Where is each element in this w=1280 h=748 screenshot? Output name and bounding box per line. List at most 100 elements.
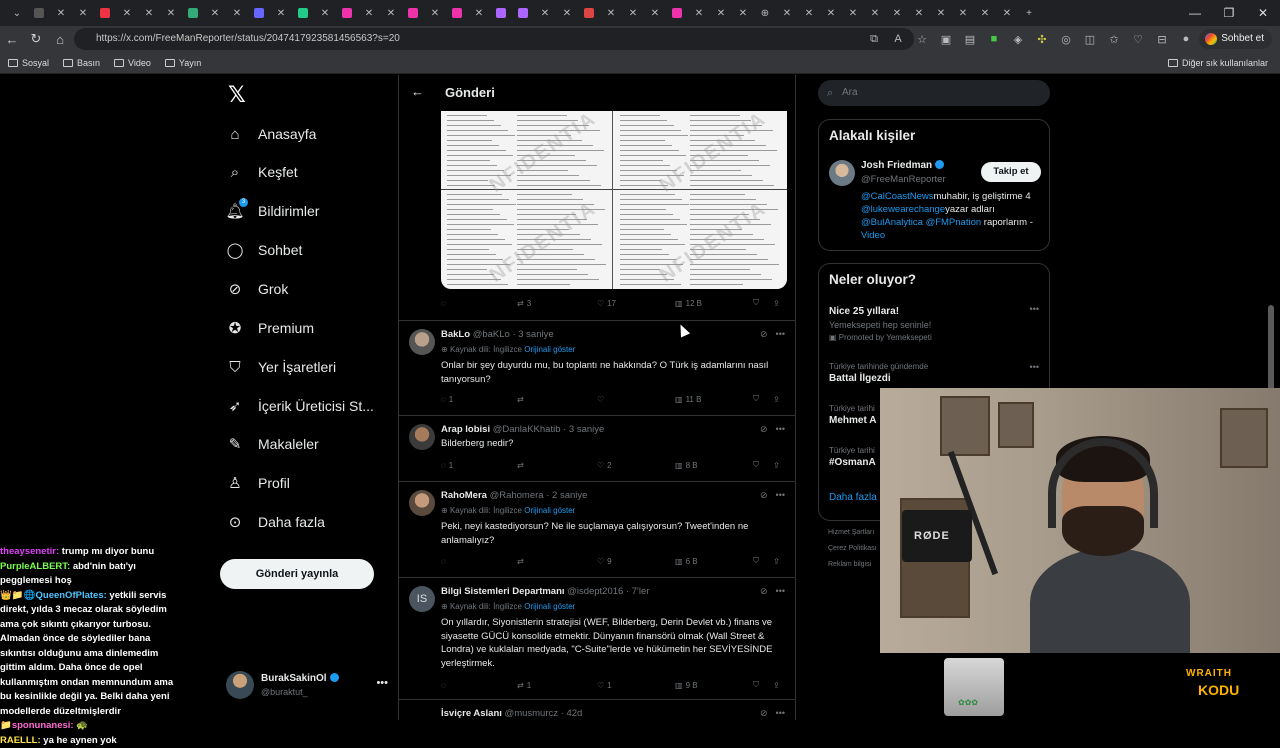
tab-icon[interactable]: ✕ (116, 0, 138, 26)
tab-icon[interactable]: ✕ (710, 0, 732, 26)
like-button[interactable]: ♡1 (597, 681, 612, 690)
reload-icon[interactable]: ↻ (24, 27, 48, 51)
tab-icon[interactable]: ✕ (644, 0, 666, 26)
author-handle[interactable]: @musmurcz (505, 708, 558, 719)
extension-icon[interactable]: ▤ (958, 33, 982, 46)
post-time[interactable]: · 7'ler (626, 586, 649, 597)
tab-icon[interactable] (28, 0, 50, 26)
views-button[interactable]: ▥9 B (675, 681, 698, 690)
author-handle[interactable]: @isdept2016 (567, 586, 623, 597)
tab-icon[interactable]: ✕ (974, 0, 996, 26)
tab-icon[interactable]: ✕ (138, 0, 160, 26)
search-input[interactable]: Ara (818, 80, 1050, 106)
tab-icon[interactable]: ✕ (424, 0, 446, 26)
trend-more-icon[interactable]: ••• (1030, 304, 1039, 314)
nav-explore[interactable]: ⌕Keşfet (226, 157, 298, 187)
grok-icon[interactable]: ⊘ (760, 424, 768, 435)
nav-profile[interactable]: ♙Profil (226, 468, 290, 498)
nav-premium[interactable]: ✪Premium (226, 313, 314, 343)
more-icon[interactable]: ••• (776, 424, 785, 435)
grok-icon[interactable]: ⊘ (760, 708, 768, 719)
tab-icon[interactable] (490, 0, 512, 26)
tab-icon[interactable]: ✕ (358, 0, 380, 26)
new-tab-icon[interactable]: + (1018, 0, 1040, 26)
extension-icon[interactable]: ✣ (1030, 33, 1054, 46)
author-handle[interactable]: @Rahomera (490, 490, 544, 501)
account-switcher[interactable]: BurakSakinOl @buraktut_ ••• (226, 669, 396, 703)
show-original-link[interactable]: Orijinali göster (524, 602, 575, 611)
minimize-icon[interactable]: — (1178, 0, 1212, 26)
author-name[interactable]: İsviçre Aslanı (441, 708, 502, 719)
reply-post[interactable]: IS Bilgi Sistemleri Departmanı @isdept20… (399, 577, 796, 699)
tab-icon[interactable]: ✕ (534, 0, 556, 26)
tab-icon[interactable]: ✕ (864, 0, 886, 26)
bookmark-post-icon[interactable]: ⛉ (753, 298, 759, 308)
show-original-link[interactable]: Orijinali göster (524, 345, 575, 354)
mention-link[interactable]: @BulAnalytica (861, 217, 923, 228)
more-icon[interactable]: ••• (776, 708, 785, 719)
post-button[interactable]: Gönderi yayınla (220, 559, 374, 589)
tab-icon[interactable]: ✕ (688, 0, 710, 26)
tab-icon[interactable]: ✕ (842, 0, 864, 26)
more-icon[interactable]: ••• (776, 329, 785, 340)
avatar[interactable] (829, 160, 855, 186)
tab-icon[interactable] (512, 0, 534, 26)
post-time[interactable]: · 2 saniye (546, 490, 587, 501)
tab-icon[interactable]: ✕ (908, 0, 930, 26)
extension-icon[interactable]: ◎ (1054, 33, 1078, 46)
mention-link[interactable]: @lukewearechange (861, 204, 945, 215)
tab-icon[interactable] (94, 0, 116, 26)
repost-button[interactable]: ⇄ (517, 557, 524, 566)
repost-button[interactable]: ⇄ (517, 395, 524, 404)
reply-button[interactable]: ◌ (441, 557, 446, 566)
extension-icon[interactable]: ▣ (934, 33, 958, 46)
nav-more[interactable]: ⊙Daha fazla (226, 507, 325, 537)
nav-chat[interactable]: ◯Sohbet (226, 235, 302, 265)
tab-icon[interactable]: ✕ (600, 0, 622, 26)
bookmark-folder[interactable]: Video (114, 58, 151, 68)
tab-icon[interactable]: ✕ (72, 0, 94, 26)
tab-icon[interactable]: ✕ (50, 0, 72, 26)
favorite-star-icon[interactable]: ☆ (910, 33, 934, 46)
like-button[interactable]: ♡2 (597, 461, 612, 470)
post-time[interactable]: · 3 saniye (512, 329, 553, 340)
author-name[interactable]: RahoMera (441, 490, 487, 501)
nav-grok[interactable]: ⊘Grok (226, 274, 288, 304)
author-handle[interactable]: @baKLo (473, 329, 510, 340)
repost-button[interactable]: ⇄3 (517, 299, 531, 308)
tab-icon[interactable]: ✕ (622, 0, 644, 26)
more-icon[interactable]: ••• (776, 586, 785, 597)
tab-icon[interactable]: ✕ (776, 0, 798, 26)
share-icon[interactable]: ⇪ (773, 395, 780, 404)
share-icon[interactable]: ⇪ (773, 461, 780, 470)
reply-button[interactable]: ◌ (441, 681, 446, 690)
show-more-link[interactable]: Daha fazla (829, 492, 877, 503)
share-icon[interactable]: ⇪ (773, 557, 780, 566)
person-name-row[interactable]: Josh Friedman (861, 160, 944, 171)
reply-button[interactable]: ◌1 (441, 461, 453, 470)
follow-button[interactable]: Takip et (981, 162, 1041, 182)
footer-link[interactable]: Reklam bilgisi (828, 557, 877, 573)
tab-icon[interactable]: ✕ (930, 0, 952, 26)
tab-icon[interactable] (446, 0, 468, 26)
bookmark-folder[interactable]: Yayın (165, 58, 201, 68)
reply-button[interactable]: ◌1 (441, 395, 453, 404)
url-field[interactable]: https://x.com/FreeManReporter/status/204… (74, 28, 914, 50)
mention-link[interactable]: @FMPnation (926, 217, 982, 228)
share-icon[interactable]: ⇪ (773, 299, 780, 308)
read-aloud-icon[interactable]: A (886, 33, 910, 45)
reply-post[interactable]: İsviçre Aslanı @musmurcz · 42d ⊘••• (399, 699, 796, 720)
repost-button[interactable]: ⇄ (517, 461, 524, 470)
profile-avatar-icon[interactable]: ● (1174, 33, 1198, 45)
tab-list-icon[interactable]: ⌄ (6, 0, 28, 26)
document-image[interactable]: NFIDENTIA NFIDENTIA NFIDENTIA NFIDENTIA (441, 111, 787, 289)
back-arrow-icon[interactable]: ← (411, 84, 424, 99)
avatar[interactable] (409, 329, 435, 355)
collections-icon[interactable]: ♡ (1126, 33, 1150, 46)
tab-icon[interactable]: ✕ (204, 0, 226, 26)
tab-icon[interactable]: ✕ (886, 0, 908, 26)
grok-icon[interactable]: ⊘ (760, 329, 768, 340)
video-link[interactable]: Video (861, 230, 885, 241)
reply-post[interactable]: BakLo @baKLo · 3 saniye ⊘••• ⊕ Kaynak di… (399, 320, 796, 415)
reply-post[interactable]: RahoMera @Rahomera · 2 saniye ⊘••• ⊕ Kay… (399, 481, 796, 577)
